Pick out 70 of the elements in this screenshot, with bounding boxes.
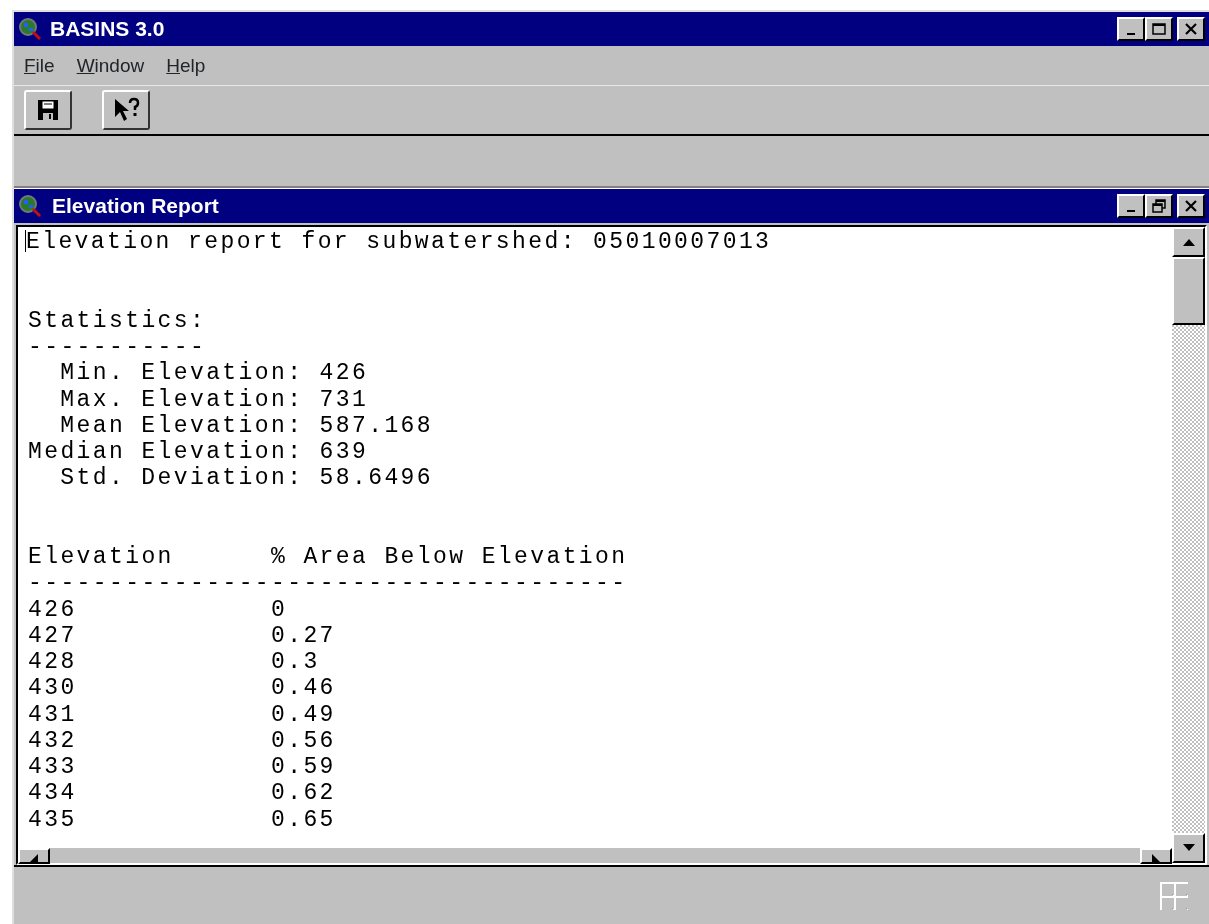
close-icon	[1184, 200, 1198, 212]
column-header: % Area Below Elevation	[271, 544, 628, 570]
minimize-button[interactable]	[1117, 194, 1145, 218]
down-triangle-icon	[1181, 844, 1196, 852]
menu-item[interactable]: File	[24, 52, 55, 79]
report-heading: Elevation report for subwatershed: 05010007013	[26, 229, 772, 255]
stat-label: Min. Elevation:	[59, 360, 304, 387]
table-cell: 0.27	[271, 622, 336, 649]
stat-value: 587.168	[319, 412, 433, 439]
horizontal-scrollbar[interactable]	[18, 847, 1172, 863]
restore-icon	[1152, 199, 1166, 213]
column-header: Elevation	[28, 544, 175, 571]
table-cell: 0.49	[271, 701, 336, 728]
table-cell-text: 430	[28, 675, 78, 702]
minimize-button[interactable]	[1117, 17, 1145, 41]
up-triangle-icon	[1181, 238, 1196, 246]
table-cell-text: 428	[28, 649, 78, 676]
maximize-button[interactable]	[1145, 17, 1173, 41]
table-cell-text: 433	[28, 754, 78, 781]
stat-label: Std. Deviation:	[59, 465, 304, 492]
restore-button[interactable]	[1145, 194, 1173, 218]
maximize-icon	[1152, 23, 1166, 35]
table-cell: 0.62	[271, 780, 336, 807]
menu-item[interactable]: Window	[76, 52, 145, 79]
stat-label: Max. Elevation:	[59, 386, 304, 413]
scroll-right-button[interactable]	[1140, 848, 1172, 864]
scroll-down-button[interactable]	[1172, 833, 1205, 863]
stat-label: Median Elevation:	[28, 439, 304, 466]
table-cell: 0.59	[271, 754, 336, 780]
vertical-scrollbar[interactable]	[1172, 227, 1205, 863]
table-cell: 0.56	[271, 727, 336, 754]
close-icon	[1184, 23, 1198, 35]
help-button[interactable]	[102, 90, 150, 130]
globe-magnifier-icon	[18, 17, 42, 41]
scroll-thumb[interactable]	[1172, 257, 1205, 325]
globe-magnifier-icon	[18, 194, 42, 218]
table-cell: 0.65	[271, 806, 336, 833]
save-button[interactable]	[24, 90, 72, 130]
window-title: BASINS 3.0	[50, 16, 165, 43]
table-cell-text: 432	[28, 727, 78, 754]
table-cell-text: 434	[28, 780, 78, 807]
rule-line: -------------------------------------	[28, 570, 628, 597]
rule-line: -----------	[28, 334, 207, 360]
right-triangle-icon	[1152, 854, 1160, 862]
table-cell-text: 435	[28, 806, 78, 833]
stat-value: 58.6496	[319, 465, 433, 492]
close-button[interactable]	[1177, 17, 1205, 41]
stat-value: 731	[319, 386, 369, 413]
table-cell-text: 426	[28, 596, 78, 623]
window-title: Elevation Report	[52, 193, 219, 220]
menu-item[interactable]: Help	[166, 52, 206, 79]
scroll-up-button[interactable]	[1172, 227, 1205, 257]
table-cell: 0.46	[271, 675, 336, 702]
pointer-question-icon	[112, 97, 140, 123]
minimize-icon	[1127, 32, 1135, 35]
left-triangle-icon	[30, 854, 38, 862]
table-cell-text: 427	[28, 622, 78, 649]
section-title: Statistics:	[28, 307, 207, 334]
table-cell: 0	[271, 596, 288, 623]
minimize-icon	[1127, 209, 1135, 212]
scroll-left-button[interactable]	[18, 848, 50, 864]
stat-value: 426	[319, 360, 369, 387]
text-cursor	[25, 230, 26, 252]
stat-label: Mean Elevation:	[59, 412, 304, 439]
save-icon	[36, 98, 60, 122]
table-cell-text: 431	[28, 701, 78, 728]
stat-value: 639	[319, 439, 369, 465]
size-grip-icon[interactable]	[1159, 880, 1189, 911]
table-cell: 0.3	[271, 649, 320, 675]
close-button[interactable]	[1177, 194, 1205, 218]
